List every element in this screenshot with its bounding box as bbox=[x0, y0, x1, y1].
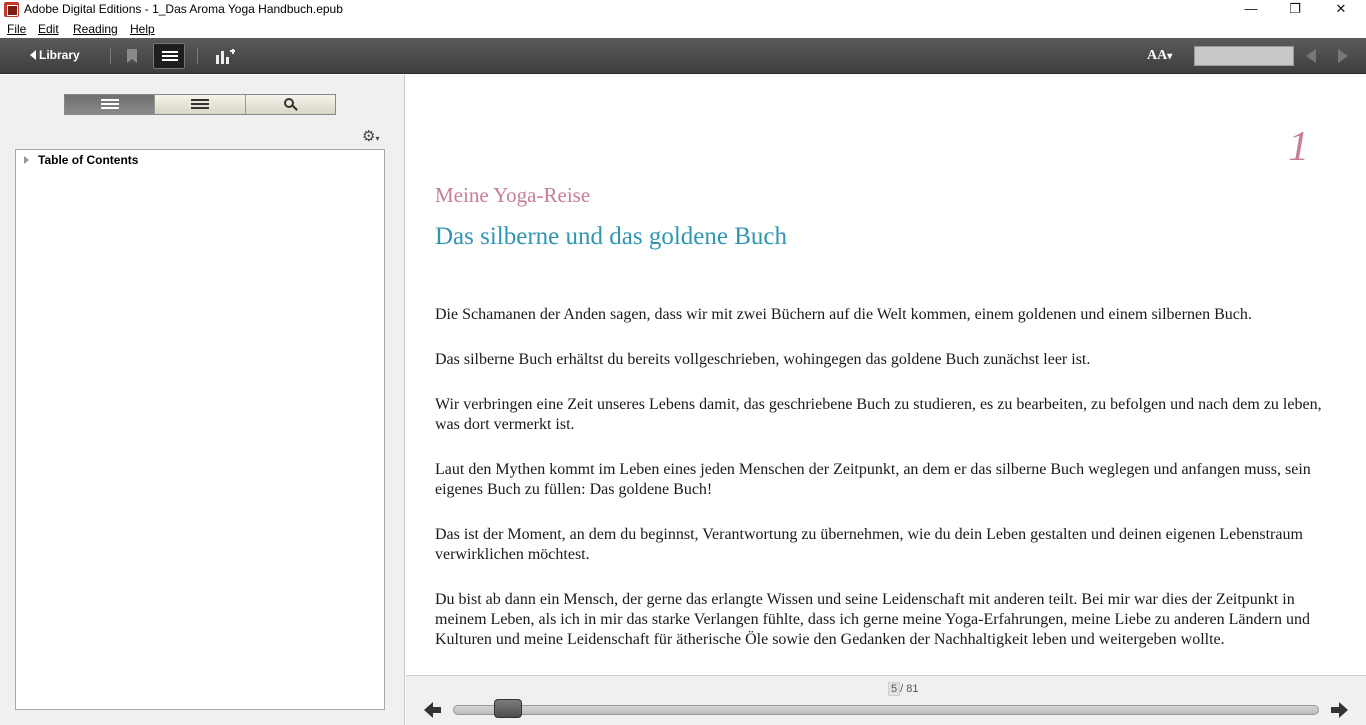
chevron-down-icon: ▾ bbox=[1167, 51, 1173, 62]
chapter-kicker: Meine Yoga-Reise bbox=[435, 183, 591, 207]
window-title: Adobe Digital Editions - 1_Das Aroma Yog… bbox=[24, 2, 343, 16]
tab-bookmarks[interactable] bbox=[155, 95, 246, 114]
book-page: 1 Meine Yoga-Reise Das silberne und das … bbox=[406, 75, 1366, 675]
page-indicator: 5/ 81 bbox=[888, 682, 918, 696]
search-input[interactable] bbox=[1194, 46, 1294, 66]
panel-tabs bbox=[64, 94, 336, 115]
adobe-digital-editions-icon bbox=[4, 2, 19, 17]
current-page-field[interactable]: 5 bbox=[888, 682, 901, 696]
tab-search[interactable] bbox=[245, 95, 335, 114]
menu-file[interactable]: File bbox=[7, 22, 26, 36]
paragraph: Laut den Mythen kommt im Leben eines jed… bbox=[435, 461, 1311, 498]
toc-tree: Table of Contents bbox=[15, 149, 385, 710]
back-arrow-icon bbox=[30, 50, 36, 60]
menu-help[interactable]: Help bbox=[130, 22, 155, 36]
chapter-heading: Das silberne und das goldene Buch bbox=[435, 223, 788, 250]
paragraph: Wir verbringen eine Zeit unseres Lebens … bbox=[435, 396, 1322, 433]
next-page-arrow-icon[interactable] bbox=[1330, 702, 1348, 718]
expand-triangle-icon[interactable] bbox=[24, 156, 29, 164]
toolbar-divider bbox=[110, 48, 111, 64]
maximize-button[interactable]: ❐ bbox=[1272, 0, 1318, 20]
search-icon bbox=[283, 98, 294, 108]
add-statistics-icon[interactable] bbox=[216, 48, 235, 64]
toc-root-label: Table of Contents bbox=[38, 153, 139, 167]
toolbar-divider bbox=[197, 48, 198, 64]
tab-table-of-contents[interactable] bbox=[65, 95, 156, 114]
library-label: Library bbox=[39, 48, 80, 62]
close-button[interactable]: ✕ bbox=[1318, 0, 1364, 20]
bookmark-icon[interactable] bbox=[127, 49, 137, 63]
title-bar: Adobe Digital Editions - 1_Das Aroma Yog… bbox=[0, 0, 1366, 20]
menu-bar: File Edit Reading Help bbox=[0, 20, 1366, 38]
library-button[interactable]: Library bbox=[30, 48, 80, 62]
chapter-body: Die Schamanen der Anden sagen, dass wir … bbox=[435, 305, 1341, 675]
next-page-icon[interactable] bbox=[1338, 49, 1348, 63]
chevron-down-icon: ▾ bbox=[375, 134, 380, 143]
toc-icon bbox=[101, 99, 119, 110]
total-pages: / 81 bbox=[900, 683, 919, 695]
paragraph: Du bist ab dann ein Mensch, der gerne da… bbox=[435, 591, 1310, 648]
gear-icon[interactable]: ⚙▾ bbox=[362, 127, 379, 145]
toc-root-item[interactable]: Table of Contents bbox=[24, 153, 138, 167]
reader-toolbar: Library AA▾ bbox=[0, 38, 1366, 74]
chapter-number: 1 bbox=[1288, 124, 1309, 170]
font-size-label: AA bbox=[1147, 48, 1168, 63]
list-icon bbox=[162, 51, 178, 53]
bookmarks-list-icon bbox=[191, 99, 210, 110]
page-slider-track[interactable] bbox=[453, 705, 1319, 715]
font-size-button[interactable]: AA▾ bbox=[1147, 48, 1172, 64]
minimize-button[interactable]: — bbox=[1228, 0, 1274, 20]
previous-page-arrow-icon[interactable] bbox=[424, 702, 442, 718]
navigation-panel: ⚙▾ Table of Contents bbox=[0, 75, 405, 725]
paragraph: Das ist der Moment, an dem du beginnst, … bbox=[435, 526, 1303, 563]
previous-page-icon[interactable] bbox=[1306, 49, 1316, 63]
menu-reading[interactable]: Reading bbox=[73, 22, 118, 36]
paragraph: Das silberne Buch erhältst du bereits vo… bbox=[435, 351, 1091, 368]
menu-edit[interactable]: Edit bbox=[38, 22, 59, 36]
page-navigation-bar: 5/ 81 bbox=[406, 675, 1366, 725]
page-slider-thumb[interactable] bbox=[494, 699, 523, 718]
toc-toggle-button[interactable] bbox=[153, 43, 185, 69]
paragraph: Die Schamanen der Anden sagen, dass wir … bbox=[435, 306, 1252, 323]
